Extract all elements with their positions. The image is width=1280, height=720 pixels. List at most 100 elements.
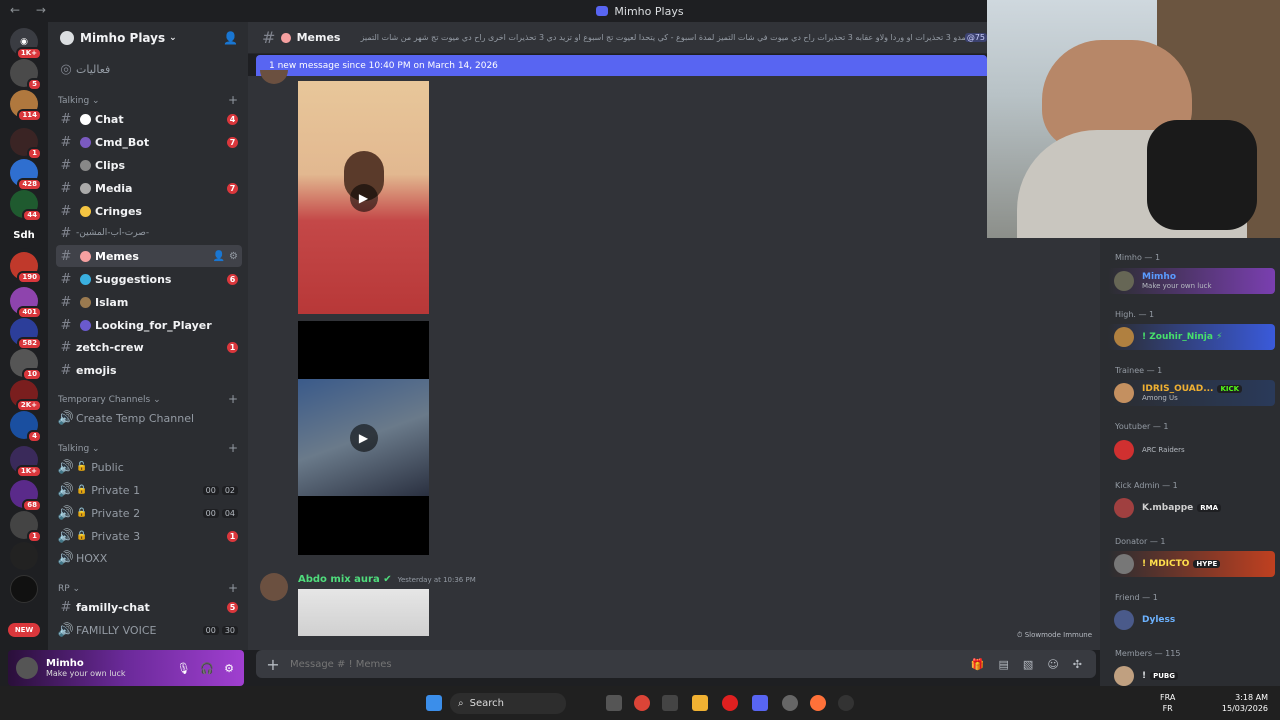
member-item[interactable]: ARC Raiders (1108, 437, 1275, 463)
invite-icon[interactable]: 👤 (213, 251, 225, 262)
voice-private-1[interactable]: 🔊 🔒 Private 1 00 02 (56, 479, 242, 501)
server-badge: 44 (22, 209, 42, 222)
headphones-icon[interactable]: 🎧 (200, 662, 214, 675)
server-icon[interactable]: 5 (10, 59, 42, 91)
avatar[interactable] (260, 573, 288, 601)
server-icon[interactable]: 68 (10, 480, 42, 512)
server-icon[interactable]: 582 (10, 318, 42, 350)
gear-icon[interactable]: ⚙ (229, 251, 238, 262)
video-attachment[interactable]: ▶ (298, 81, 429, 314)
add-channel-icon[interactable]: + (228, 392, 238, 406)
server-icon[interactable]: 1K+ (10, 446, 42, 478)
microphone-icon[interactable]: 🎙 (176, 662, 190, 675)
server-icon[interactable]: 2K+ (10, 380, 42, 412)
category-temporary[interactable]: Temporary Channels ⌄ (58, 395, 161, 405)
discord-icon[interactable] (752, 695, 768, 711)
user-count: 00 (202, 508, 219, 518)
member-item[interactable]: Mimho Make your own luck (1108, 268, 1275, 294)
add-channel-icon[interactable]: + (228, 581, 238, 595)
app-icon[interactable] (662, 695, 678, 711)
folder-icon[interactable] (692, 695, 708, 711)
server-icon[interactable]: 10 (10, 349, 42, 381)
channel-zetch-crew[interactable]: # zetch-crew 1 (56, 336, 242, 358)
windows-start-icon[interactable] (426, 695, 442, 711)
server-icon[interactable]: 1 (10, 128, 42, 160)
opera-icon[interactable] (722, 695, 738, 711)
channel-suggestions[interactable]: # Suggestions 6 (56, 268, 242, 290)
channel-chat[interactable]: # Chat 4 (56, 108, 242, 130)
voice-familly[interactable]: 🔊 FAMILLY VOICE 00 30 (56, 619, 242, 641)
gear-icon[interactable]: ⚙ (224, 662, 234, 675)
channel-cmd-bot[interactable]: # Cmd_Bot 7 (56, 131, 242, 153)
emoji-picker-icon[interactable]: ☺ (1047, 658, 1058, 671)
server-icon[interactable]: 44 (10, 190, 42, 222)
server-badge: 428 (17, 178, 42, 191)
category-talking-voice[interactable]: Talking ⌄ (58, 444, 100, 454)
server-icon[interactable]: 190 (10, 252, 42, 284)
member-item[interactable]: Dyless (1108, 607, 1275, 633)
app-icon[interactable] (782, 695, 798, 711)
channel-clips[interactable]: # Clips (56, 154, 242, 176)
member-item[interactable]: K.mbappe RMA (1108, 495, 1275, 521)
server-icon[interactable]: Sdh (10, 221, 38, 249)
member-badge: HYPE (1193, 560, 1221, 568)
nav-arrows[interactable]: ← → (10, 3, 52, 17)
task-view-icon[interactable] (606, 695, 622, 711)
member-item[interactable]: IDRIS_OUAD... KICK Among Us (1108, 380, 1275, 406)
voice-private-2[interactable]: 🔊 🔒 Private 2 00 04 (56, 502, 242, 524)
voice-public[interactable]: 🔊 🔓 Public (56, 456, 242, 478)
server-icon[interactable]: 428 (10, 159, 42, 191)
voice-hoxx[interactable]: 🔊 HOXX (56, 547, 242, 569)
server-icon[interactable]: 1 (10, 511, 42, 543)
voice-create-temp[interactable]: 🔊 Create Temp Channel (56, 407, 242, 429)
message-author[interactable]: Abdo mix aura ✔ Yesterday at 10:36 PM (298, 574, 476, 585)
gif-icon[interactable]: ▤ (999, 658, 1009, 671)
server-name-header[interactable]: Mimho Plays ⌄ 👤 (48, 22, 248, 54)
server-icon[interactable]: 4 (10, 411, 42, 443)
channel-media[interactable]: # Media 7 (56, 177, 242, 199)
language-indicator[interactable]: FRA FR (1160, 692, 1175, 714)
server-icon[interactable]: 401 (10, 287, 42, 319)
channel-looking-for-player[interactable]: # Looking_for_Player (56, 314, 242, 336)
message-input[interactable] (290, 658, 971, 670)
channel-emojis[interactable]: # emojis (56, 359, 242, 381)
user-panel[interactable]: Mimho Make your own luck 🎙 🎧 ⚙ (8, 650, 244, 686)
direct-messages-icon[interactable]: ◉ 1K+ (10, 28, 42, 60)
category-rp[interactable]: RP ⌄ (58, 584, 80, 594)
clock[interactable]: 3:18 AM 15/03/2026 (1222, 692, 1268, 714)
add-member-icon[interactable]: 👤 (223, 31, 238, 45)
image-attachment[interactable] (298, 589, 429, 636)
channel-memes[interactable]: # Memes 👤 ⚙ (56, 245, 242, 267)
add-channel-icon[interactable]: + (228, 93, 238, 107)
server-icon[interactable]: 114 (10, 90, 42, 122)
firefox-icon[interactable] (810, 695, 826, 711)
server-icon[interactable] (10, 542, 38, 570)
member-item[interactable]: ! MDICTO HYPE (1108, 551, 1275, 577)
channel-cringes[interactable]: # Cringes (56, 200, 242, 222)
apps-icon[interactable]: ✣ (1073, 658, 1082, 671)
obs-icon[interactable] (838, 695, 854, 711)
channel-arabic[interactable]: # -صرت-اب-المشين- (56, 222, 242, 244)
sticker-icon[interactable]: ▧ (1023, 658, 1033, 671)
gift-icon[interactable]: 🎁 (971, 658, 985, 671)
mention[interactable]: @75 (964, 33, 987, 42)
events-item[interactable]: ◎ فعاليات (56, 58, 242, 80)
play-icon[interactable]: ▶ (349, 424, 378, 452)
taskbar-search[interactable]: ⌕ Search (450, 693, 566, 714)
add-channel-icon[interactable]: + (228, 441, 238, 455)
play-icon[interactable]: ▶ (349, 183, 378, 212)
voice-private-3[interactable]: 🔊 🔒 Private 3 1 (56, 525, 242, 547)
new-messages-bar[interactable]: 1 new message since 10:40 PM on March 14… (256, 55, 987, 76)
member-item[interactable]: ! Zouhir_Ninja ⚡ (1108, 324, 1275, 350)
avatar[interactable] (260, 70, 288, 84)
add-attachment-icon[interactable]: + (256, 655, 290, 674)
channel-topic[interactable]: ديرو عقوبات - تمدو 3 تحذيرات او وردا ولا… (360, 33, 964, 42)
channel-islam[interactable]: # Islam (56, 291, 242, 313)
category-talking[interactable]: Talking ⌄ (58, 96, 100, 106)
channel-familly-chat[interactable]: # familly-chat 5 (56, 596, 242, 618)
avatar[interactable] (16, 657, 38, 679)
server-icon[interactable] (10, 575, 38, 603)
hash-icon: # (60, 248, 72, 264)
chrome-icon[interactable] (634, 695, 650, 711)
video-attachment[interactable]: ▶ (298, 321, 429, 555)
